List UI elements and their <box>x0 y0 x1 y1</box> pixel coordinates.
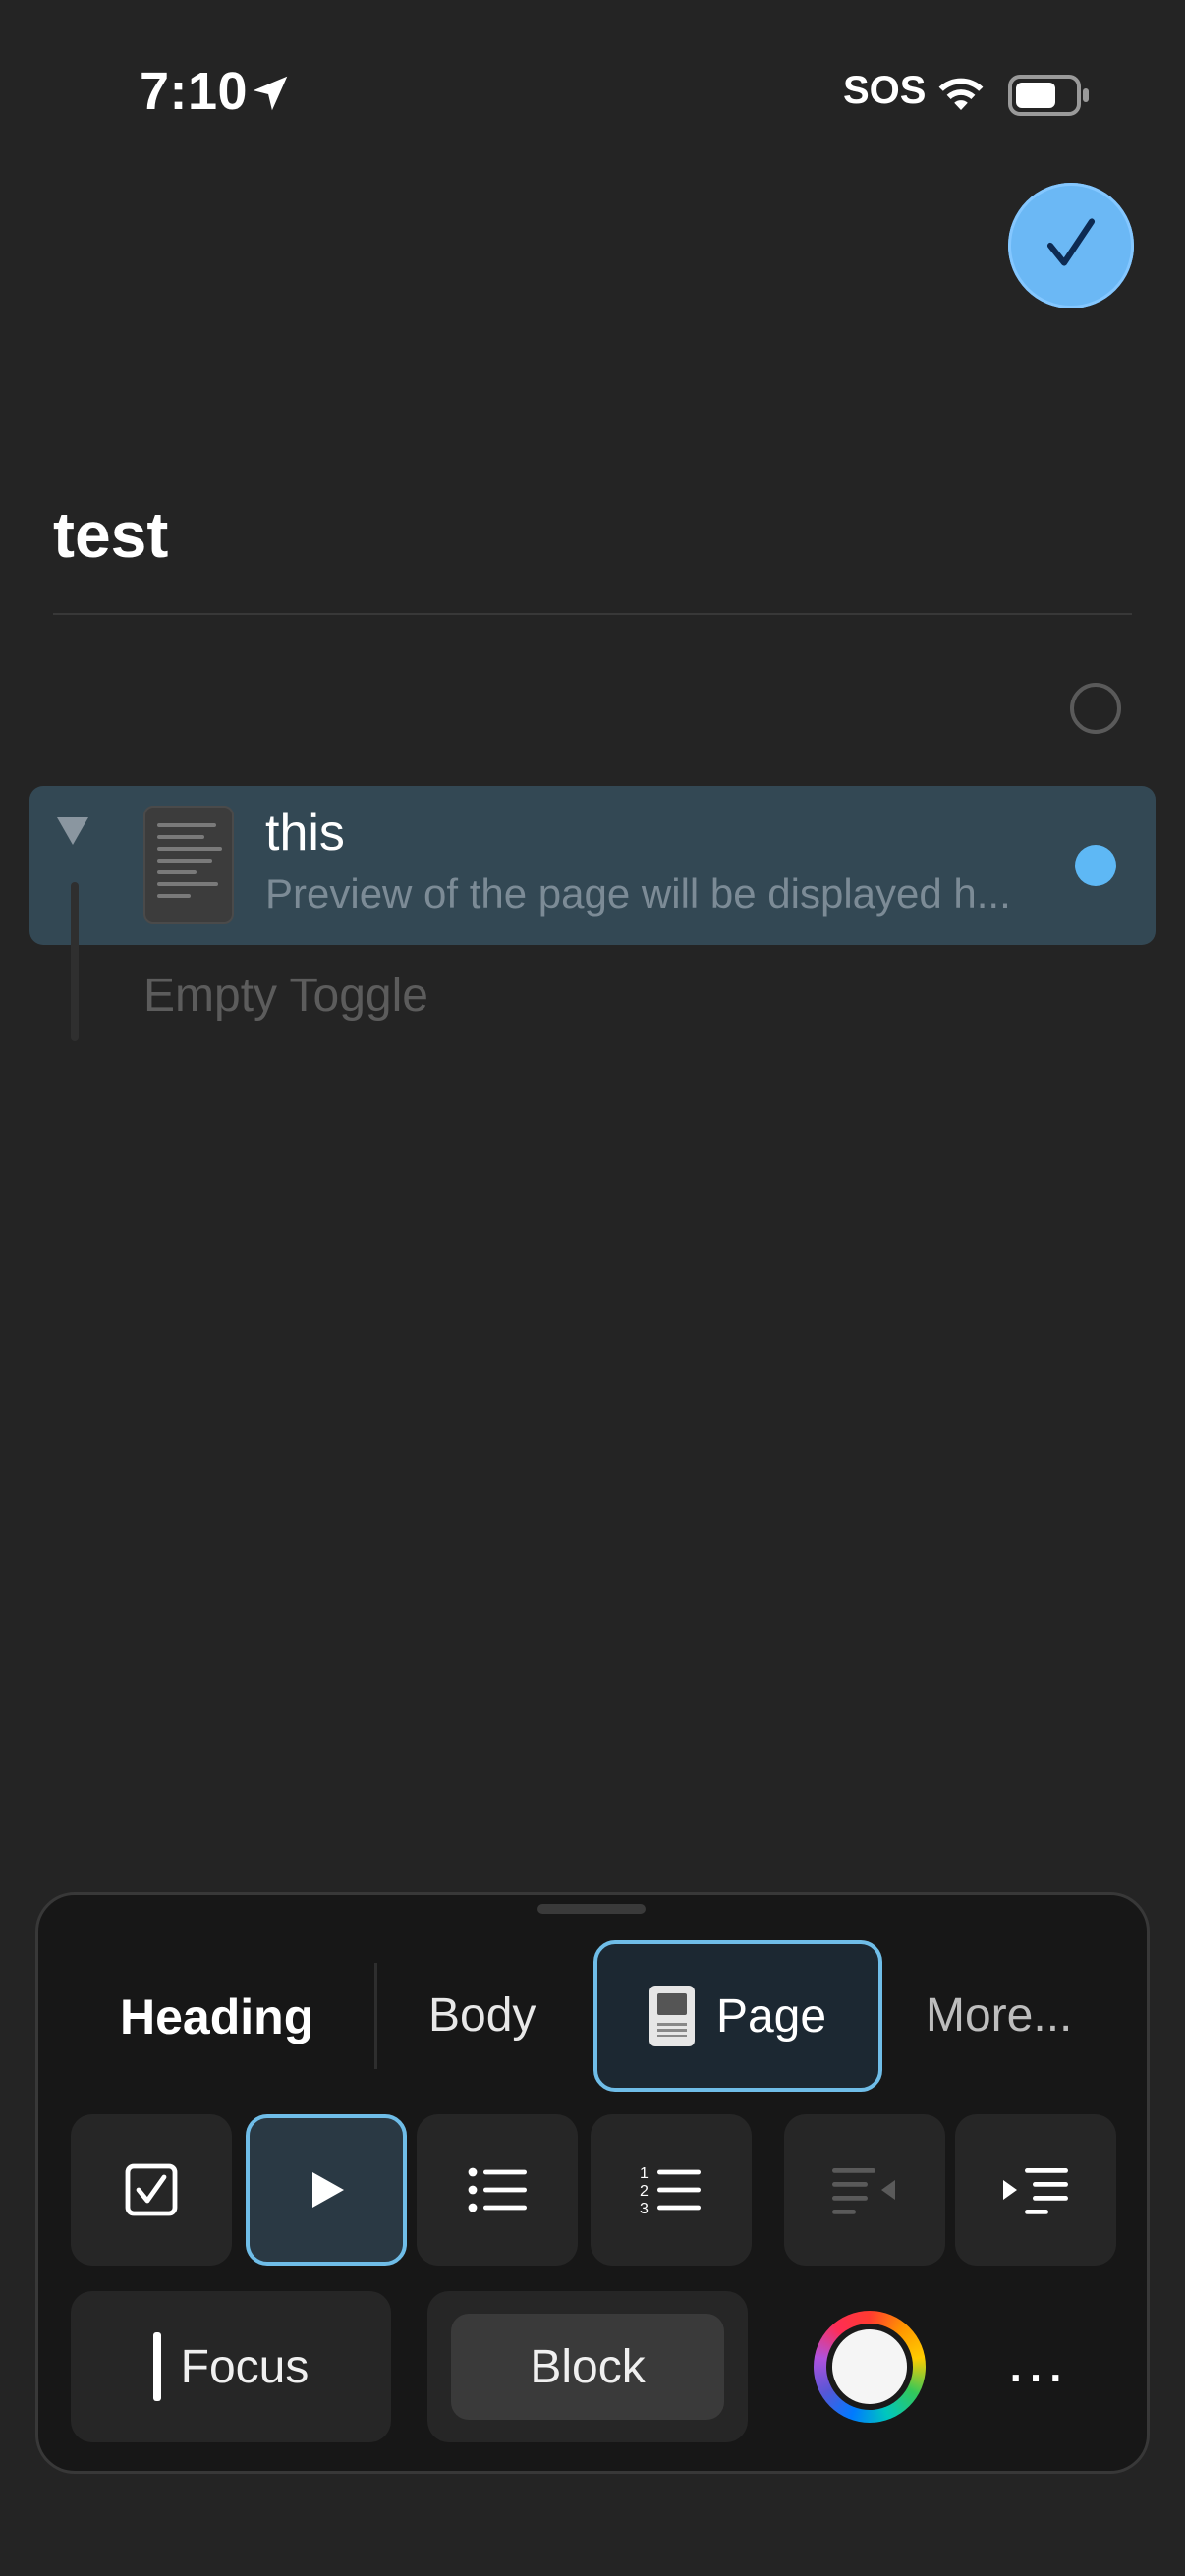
play-toggle-icon <box>312 2172 344 2208</box>
location-arrow-icon <box>253 76 288 111</box>
battery-icon <box>1008 75 1089 116</box>
checkmark-icon <box>1046 218 1096 266</box>
segment-page[interactable]: Page <box>593 1940 882 2092</box>
sheet-grabber[interactable] <box>537 1904 646 1914</box>
block-button-container: Block <box>427 2291 748 2442</box>
status-time: 7:10 <box>140 62 249 121</box>
svg-text:1: 1 <box>640 2165 649 2182</box>
color-swatch <box>832 2329 907 2404</box>
segment-page-label: Page <box>715 1989 827 2043</box>
block-title: this <box>265 805 345 862</box>
numbered-list-button[interactable]: 1 2 3 <box>591 2114 752 2266</box>
checkbox-button[interactable] <box>71 2114 232 2266</box>
indent-button[interactable] <box>955 2114 1116 2266</box>
toggle-block-button[interactable] <box>246 2114 407 2266</box>
select-circle[interactable] <box>1070 683 1121 734</box>
color-picker-button[interactable] <box>814 2311 926 2423</box>
more-options-icon[interactable]: … <box>1004 2328 1071 2391</box>
text-cursor-icon <box>152 2332 161 2401</box>
page-thumbnail <box>143 806 234 924</box>
empty-toggle-placeholder[interactable]: Empty Toggle <box>143 969 428 1023</box>
focus-button[interactable]: Focus <box>71 2291 391 2442</box>
indent-icon <box>1003 2168 1068 2214</box>
color-ring-inner <box>826 2324 913 2410</box>
outdent-button[interactable] <box>784 2114 945 2266</box>
segment-divider <box>374 1963 377 2069</box>
numbered-list-icon: 1 2 3 <box>640 2165 701 2217</box>
checkbox-icon <box>125 2163 178 2216</box>
segment-body[interactable]: Body <box>428 1988 536 2043</box>
block-label: Block <box>530 2340 646 2393</box>
page-icon <box>649 1986 695 2046</box>
svg-text:2: 2 <box>640 2183 649 2200</box>
block-preview: Preview of the page will be displayed h.… <box>265 870 1011 917</box>
block-button[interactable]: Block <box>451 2314 724 2420</box>
toggle-triangle-icon[interactable] <box>57 817 88 845</box>
svg-text:3: 3 <box>640 2201 649 2217</box>
page-title[interactable]: test <box>53 497 168 572</box>
bulleted-list-button[interactable] <box>417 2114 578 2266</box>
focus-label: Focus <box>180 2340 310 2393</box>
title-divider <box>53 613 1132 615</box>
toggle-guide-line <box>71 882 79 1041</box>
selected-indicator-dot[interactable] <box>1075 845 1116 886</box>
outdent-icon <box>832 2168 895 2214</box>
sos-indicator: SOS <box>843 69 927 112</box>
bulleted-list-icon <box>468 2167 527 2212</box>
done-button[interactable] <box>1008 183 1134 308</box>
segment-more[interactable]: More... <box>926 1988 1072 2043</box>
segment-heading[interactable]: Heading <box>120 1988 313 2045</box>
wifi-icon <box>938 78 984 110</box>
